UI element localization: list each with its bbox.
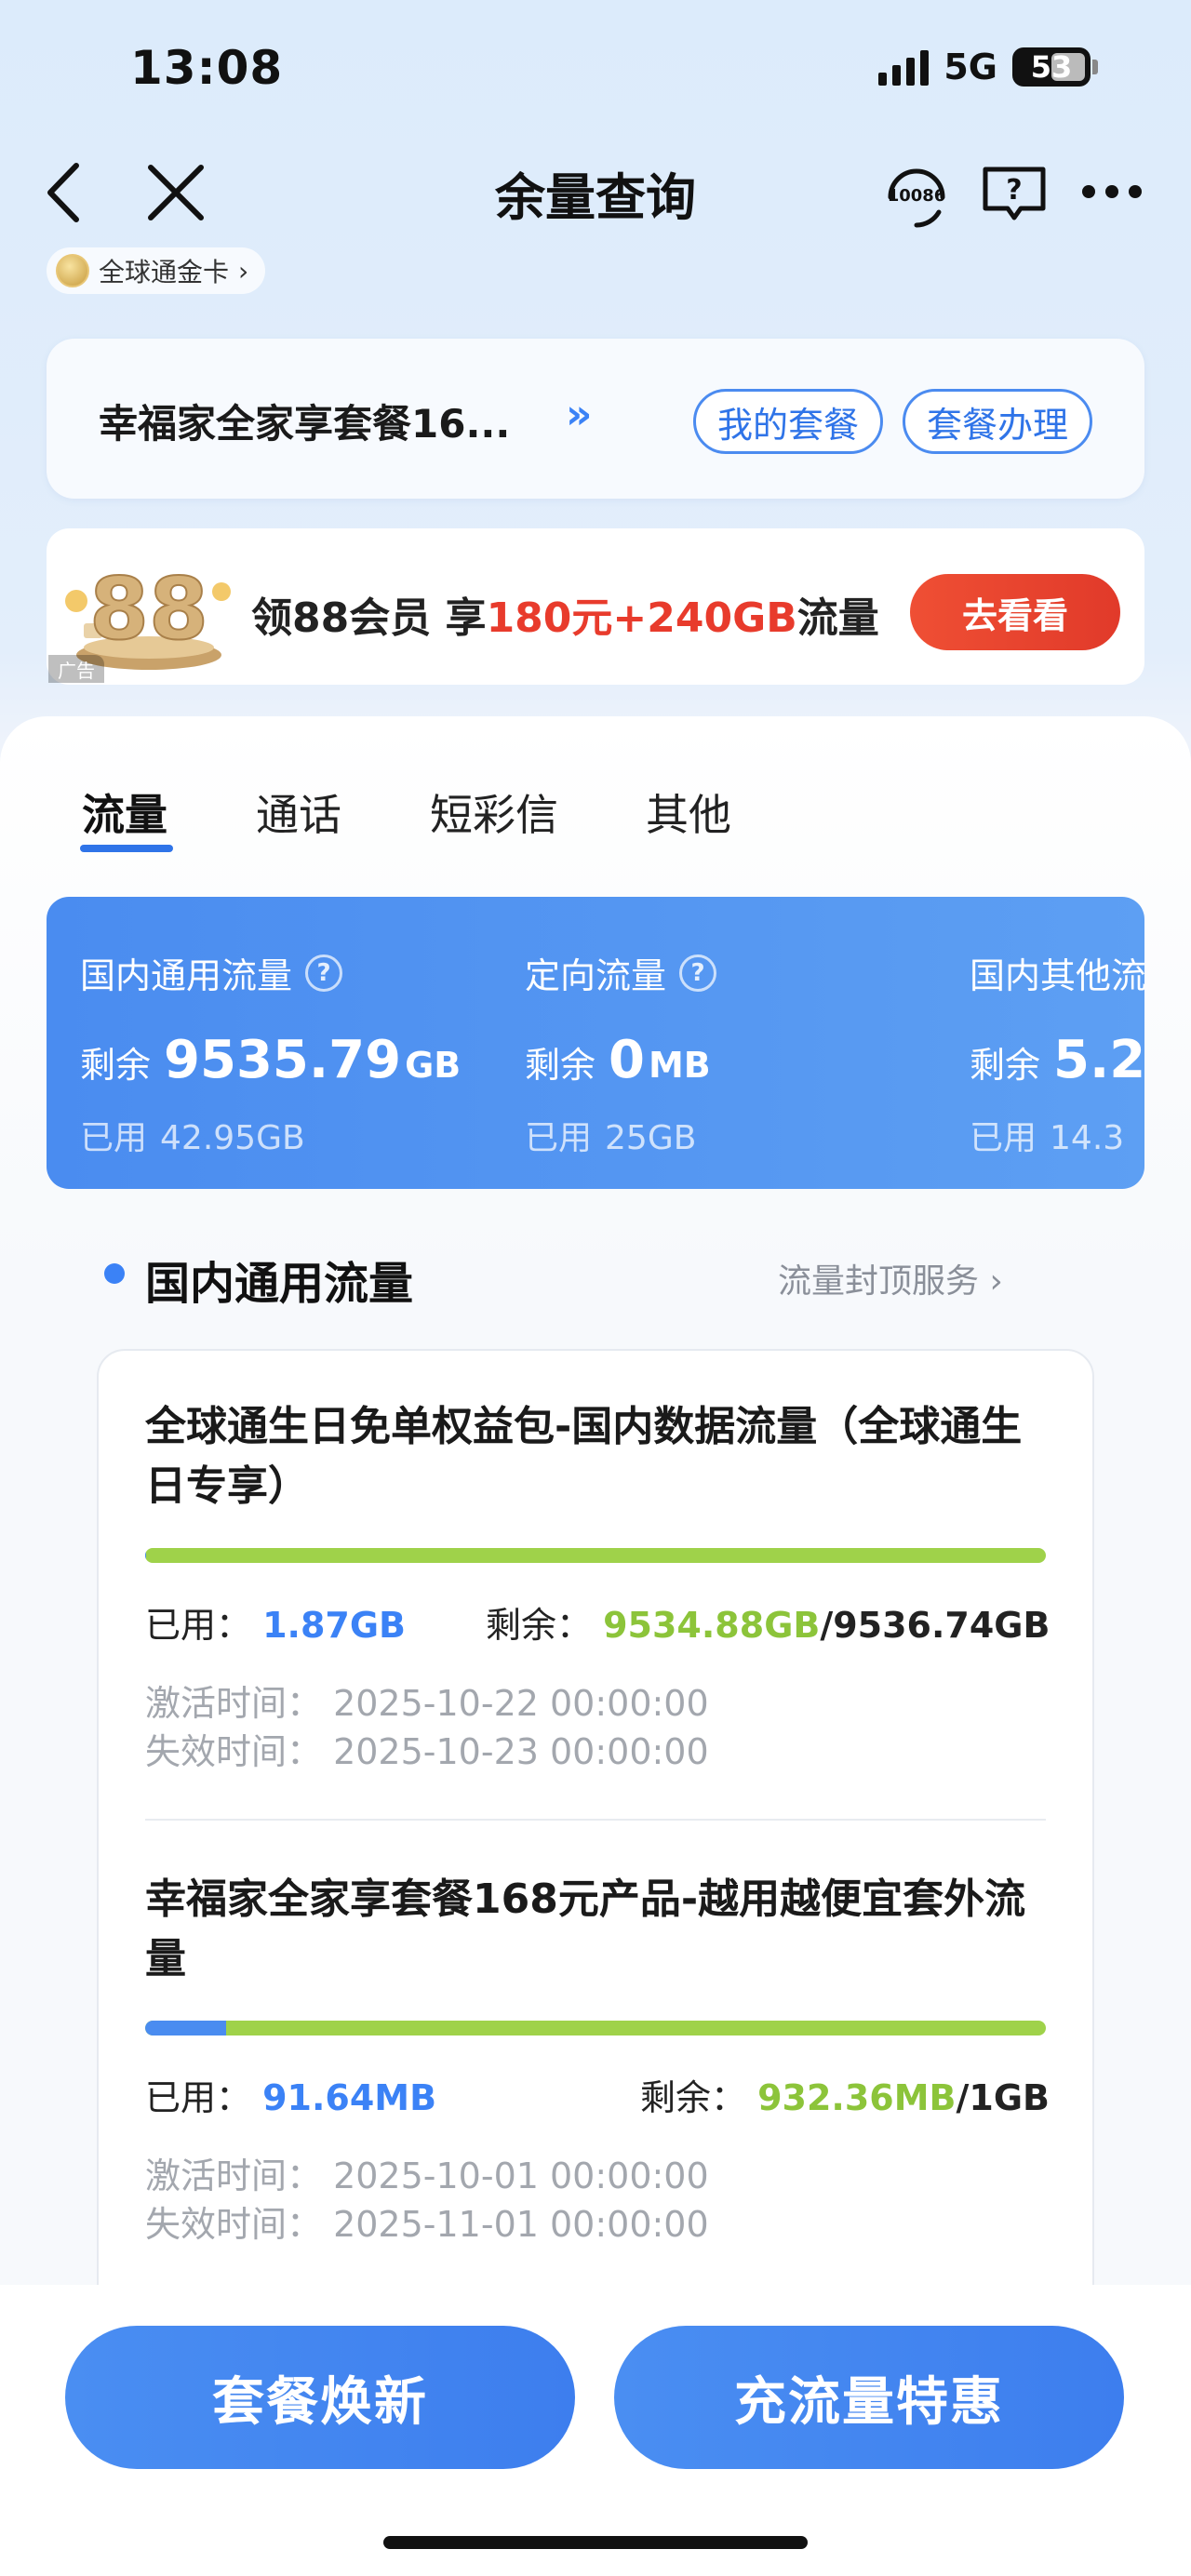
remain-label: 剩余：	[640, 2077, 747, 2118]
remain-unit: MB	[648, 1045, 711, 1086]
section-title: 国内通用流量	[145, 1258, 414, 1310]
gold-coin-icon	[56, 254, 89, 287]
customer-service-icon[interactable]: 10086	[879, 156, 954, 231]
card-chip-label: 全球通金卡	[99, 257, 230, 287]
used-value: 14.3	[1050, 1119, 1125, 1157]
more-icon[interactable]	[1079, 182, 1144, 201]
plan-handle-button[interactable]: 套餐办理	[903, 389, 1092, 454]
used-value: 25GB	[605, 1119, 697, 1157]
remain-label: 剩余	[80, 1045, 152, 1086]
remain-stat: 剩余： 932.36MB/1GB	[640, 2069, 1050, 2120]
section-bullet	[104, 1263, 125, 1284]
signal-icon	[878, 48, 930, 86]
tab-sms-mms[interactable]: 短彩信	[430, 781, 558, 843]
usage-progress-bar	[145, 2021, 1046, 2035]
help-icon[interactable]: ?	[679, 954, 717, 992]
help-icon[interactable]: ?	[305, 954, 343, 992]
used-stat: 已用： 1.87GB	[145, 1596, 406, 1648]
used-stat: 已用： 91.64MB	[145, 2069, 436, 2120]
expire-time: 失效时间： 2025-11-01 00:00:00	[145, 2204, 709, 2245]
plan-name[interactable]: 幸福家全家享套餐16...	[99, 393, 510, 449]
used-label: 已用	[525, 1119, 593, 1157]
summary-directed[interactable]: 定向流量 ? 剩余 0 MB 已用 25GB	[525, 947, 717, 1159]
active-tab-indicator	[80, 845, 173, 852]
used-label: 已用	[80, 1119, 148, 1157]
total-value: /1GB	[956, 2077, 1050, 2118]
used-value: 1.87GB	[262, 1605, 407, 1646]
double-chevron-icon[interactable]: »	[566, 391, 592, 438]
activate-time: 激活时间： 2025-10-22 00:00:00	[145, 1683, 709, 1724]
remain-value: 5.2	[1053, 1030, 1144, 1090]
ad-text: 领88会员 享180元+240GB流量	[251, 584, 879, 644]
plan-renew-button[interactable]: 套餐焕新	[65, 2326, 575, 2469]
battery-icon: 53	[1012, 47, 1091, 87]
used-label: 已用	[970, 1119, 1037, 1157]
member-card-chip[interactable]: 全球通金卡 ›	[47, 247, 266, 294]
remain-label: 剩余：	[486, 1605, 593, 1646]
summary-other-domestic[interactable]: 国内其他流 剩余 5.2 已用 14.3	[970, 947, 1144, 1159]
help-book-icon[interactable]: ?	[982, 166, 1047, 221]
package-title: 全球通生日免单权益包-国内数据流量（全球通生日专享）	[145, 1403, 1023, 1510]
ad-go-button[interactable]: 去看看	[910, 574, 1120, 650]
battery-level: 53	[1030, 49, 1073, 85]
summary-general[interactable]: 国内通用流量 ? 剩余 9535.79 GB 已用 42.95GB	[80, 947, 461, 1159]
tab-data[interactable]: 流量	[82, 781, 167, 843]
service-number: 10086	[888, 186, 946, 206]
remain-value: 932.36MB	[757, 2077, 957, 2118]
package-title: 幸福家全家享套餐168元产品-越用越便宜套外流量	[145, 1875, 1026, 1982]
data-summary-panel: 国内通用流量 ? 剩余 9535.79 GB 已用 42.95GB 定向流量 ? …	[47, 897, 1144, 1189]
chevron-right-icon: ›	[238, 255, 249, 287]
remain-label: 剩余	[525, 1045, 596, 1086]
summary-title: 国内通用流量	[80, 955, 293, 996]
remain-value: 9535.79	[164, 1030, 402, 1090]
ad-text-highlight: 180元+240GB	[486, 594, 797, 642]
my-plan-button[interactable]: 我的套餐	[693, 389, 883, 454]
usage-progress-bar	[145, 1548, 1046, 1563]
tab-other[interactable]: 其他	[646, 781, 731, 843]
remain-label: 剩余	[970, 1045, 1041, 1086]
usage-progress-used	[145, 2021, 226, 2035]
used-label: 已用：	[145, 2077, 252, 2118]
network-type: 5G	[943, 47, 997, 87]
remain-value: 9534.88GB	[603, 1605, 821, 1646]
status-indicators: 5G 53	[878, 47, 1098, 87]
item-divider	[145, 1819, 1046, 1821]
tab-calls[interactable]: 通话	[256, 781, 341, 843]
data-cap-service-link[interactable]: 流量封顶服务 ›	[778, 1254, 1003, 1302]
status-time: 13:08	[130, 41, 284, 95]
used-value: 42.95GB	[160, 1119, 305, 1157]
remain-stat: 剩余： 9534.88GB/9536.74GB	[486, 1596, 1050, 1648]
expire-time: 失效时间： 2025-10-23 00:00:00	[145, 1731, 709, 1772]
used-label: 已用：	[145, 1605, 252, 1646]
svg-text:88: 88	[89, 559, 208, 659]
ad-tag: 广告	[48, 655, 104, 683]
remain-unit: GB	[405, 1045, 462, 1086]
data-recharge-button[interactable]: 充流量特惠	[614, 2326, 1124, 2469]
home-indicator	[383, 2536, 808, 2549]
summary-title: 国内其他流	[970, 955, 1144, 996]
ad-text-suffix: 流量	[796, 594, 879, 642]
ad-text-prefix: 领88会员 享	[251, 594, 487, 642]
remain-value: 0	[609, 1030, 645, 1090]
svg-text:?: ?	[1006, 174, 1022, 207]
used-value: 91.64MB	[262, 2077, 437, 2118]
activate-time: 激活时间： 2025-10-01 00:00:00	[145, 2156, 709, 2196]
total-value: /9536.74GB	[820, 1605, 1050, 1646]
battery-nub	[1092, 60, 1098, 74]
summary-title: 定向流量	[525, 955, 667, 996]
